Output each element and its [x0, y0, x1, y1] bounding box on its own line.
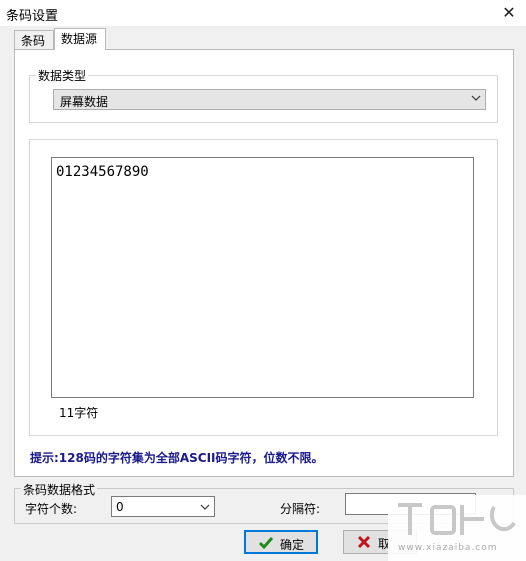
title-bar: 条码设置 ✕: [0, 0, 526, 26]
window-title: 条码设置: [6, 9, 59, 24]
char-count-value: 0: [116, 500, 124, 514]
data-type-legend: 数据类型: [36, 67, 89, 84]
tab-barcode[interactable]: 条码: [14, 30, 54, 50]
char-count-combo[interactable]: 0: [111, 496, 215, 517]
ok-button[interactable]: 确定: [244, 530, 318, 554]
data-type-select[interactable]: 屏幕数据: [53, 89, 486, 110]
char-count-text: 11字符: [59, 406, 99, 420]
close-icon[interactable]: ✕: [492, 0, 526, 26]
tab-data-source[interactable]: 数据源: [54, 28, 106, 50]
chevron-down-icon: [471, 95, 481, 101]
data-content-textarea[interactable]: 01234567890: [51, 157, 474, 398]
separator-label: 分隔符:: [280, 502, 321, 516]
watermark-logo: [398, 503, 516, 535]
hint-text: 提示:128码的字符集为全部ASCII码字符，位数不限。: [30, 451, 324, 465]
watermark-url: www.xiazaiba.com: [398, 543, 498, 553]
chevron-down-icon: [200, 504, 210, 510]
data-format-legend: 条码数据格式: [21, 481, 98, 498]
char-count-label: 字符个数:: [25, 502, 78, 516]
checkmark-icon: [258, 537, 274, 550]
data-type-value: 屏幕数据: [60, 95, 109, 109]
ok-button-label: 确定: [280, 538, 305, 552]
watermark: www.xiazaiba.com: [388, 495, 526, 561]
x-icon: [357, 535, 371, 549]
